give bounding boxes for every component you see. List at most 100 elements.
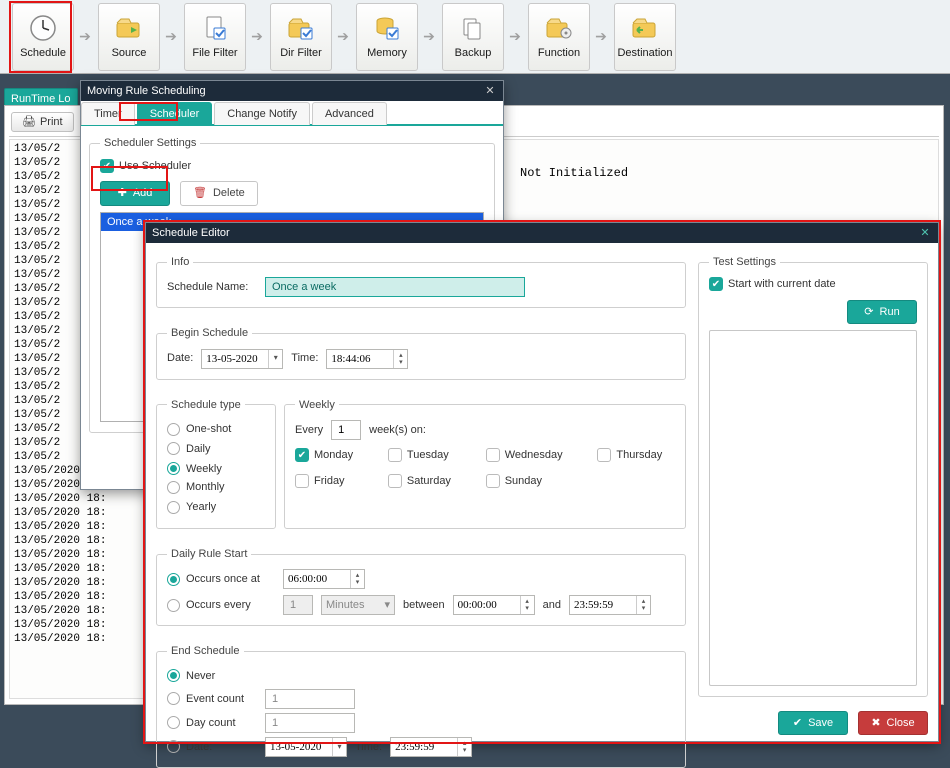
event-count-value[interactable] [265, 689, 355, 709]
check-icon: ✔ [486, 474, 500, 488]
type-one-shot[interactable]: One-shot [167, 422, 231, 436]
window-titlebar[interactable]: Moving Rule Scheduling ✕ [81, 81, 503, 101]
every-suf: week(s) on: [369, 423, 426, 437]
toolbar-memory[interactable]: Memory [356, 3, 418, 71]
chevron-right-icon: ➔ [250, 27, 264, 45]
end-time-value[interactable] [391, 741, 457, 753]
begin-date-input[interactable]: ▾ [201, 349, 283, 369]
spinner-icon[interactable]: ▴▾ [350, 570, 364, 588]
end-event-count[interactable]: Event count [167, 692, 257, 706]
add-button[interactable]: ✚ Add [100, 181, 170, 205]
toolbar-dir-filter-label: Dir Filter [280, 46, 322, 60]
run-label: Run [880, 305, 900, 319]
schedule-name-input[interactable] [265, 277, 525, 297]
type-yearly[interactable]: Yearly [167, 500, 216, 514]
close-icon[interactable]: ✕ [483, 84, 497, 98]
toolbar-file-filter[interactable]: File Filter [184, 3, 246, 71]
save-button[interactable]: ✔ Save [778, 711, 848, 735]
spinner-icon[interactable]: ▴▾ [457, 738, 471, 756]
occurs-every-radio[interactable]: Occurs every [167, 598, 275, 612]
toolbar-source[interactable]: Source [98, 3, 160, 71]
end-date-value[interactable] [266, 741, 332, 753]
toolbar-destination[interactable]: Destination [614, 3, 676, 71]
between-to-value[interactable] [570, 599, 636, 611]
type-weekly-label: Weekly [186, 462, 222, 476]
day-friday[interactable]: ✔Friday [295, 474, 366, 488]
toolbar-dir-filter[interactable]: Dir Filter [270, 3, 332, 71]
chevron-right-icon: ➔ [78, 27, 92, 45]
run-button[interactable]: ⟳ Run [847, 300, 917, 324]
check-icon: ✔ [486, 448, 500, 462]
chevron-down-icon[interactable]: ▾ [332, 738, 346, 756]
folder-in-icon [113, 12, 145, 44]
end-time-input[interactable]: ▴▾ [390, 737, 472, 757]
every-value[interactable] [331, 420, 361, 440]
day-saturday-label: Saturday [407, 474, 451, 488]
toolbar-memory-label: Memory [367, 46, 407, 60]
day-tuesday[interactable]: ✔Tuesday [388, 448, 464, 462]
type-weekly[interactable]: Weekly [167, 462, 222, 476]
end-date-label: Date: [186, 740, 212, 754]
occurs-once-time[interactable]: ▴▾ [283, 569, 365, 589]
print-button[interactable]: 🖨 Print [11, 112, 74, 132]
close-button[interactable]: ✖ Close [858, 711, 928, 735]
toolbar-function-label: Function [538, 46, 580, 60]
window-title: Moving Rule Scheduling [87, 84, 206, 98]
between-from[interactable]: ▴▾ [453, 595, 535, 615]
print-label: Print [40, 115, 63, 129]
toolbar-backup[interactable]: Backup [442, 3, 504, 71]
main-toolbar: Schedule ➔ Source ➔ File Filter ➔ Dir Fi… [0, 0, 950, 74]
use-scheduler-checkbox[interactable]: ✔ Use Scheduler [100, 159, 191, 173]
type-monthly-label: Monthly [186, 480, 225, 494]
time-label: Time: [291, 351, 318, 365]
begin-date-value[interactable] [202, 353, 268, 365]
delete-button[interactable]: 🗑 Delete [180, 181, 258, 205]
day-saturday[interactable]: ✔Saturday [388, 474, 464, 488]
spinner-icon[interactable]: ▴▾ [520, 596, 534, 614]
day-sunday-label: Sunday [505, 474, 542, 488]
daily-rule-legend: Daily Rule Start [167, 547, 251, 561]
tab-timer[interactable]: Timer [81, 102, 135, 125]
day-thursday[interactable]: ✔Thursday [597, 448, 675, 462]
tab-scheduler[interactable]: Scheduler [137, 102, 213, 125]
day-friday-label: Friday [314, 474, 345, 488]
end-date-radio[interactable]: Date: [167, 740, 257, 754]
spinner-icon[interactable]: ▴▾ [636, 596, 650, 614]
chevron-down-icon[interactable]: ▾ [268, 350, 282, 368]
day-wednesday[interactable]: ✔ Wednesday [486, 448, 576, 462]
scheduler-settings-legend: Scheduler Settings [100, 136, 200, 150]
occurs-every-value [283, 595, 313, 615]
toolbar-schedule[interactable]: Schedule [12, 3, 74, 71]
spinner-icon[interactable]: ▴▾ [393, 350, 407, 368]
start-current-date-checkbox[interactable]: ✔ Start with current date [709, 277, 917, 291]
tab-change-notify[interactable]: Change Notify [214, 102, 310, 125]
day-sunday[interactable]: ✔ Sunday [486, 474, 576, 488]
occurs-every-unit-label: Minutes [326, 598, 365, 612]
type-daily[interactable]: Daily [167, 442, 210, 456]
occurs-once-value[interactable] [284, 573, 350, 585]
end-date-input[interactable]: ▾ [265, 737, 347, 757]
begin-time-value[interactable] [327, 353, 393, 365]
type-monthly[interactable]: Monthly [167, 480, 225, 494]
close-icon[interactable]: ✕ [918, 226, 932, 240]
between-to[interactable]: ▴▾ [569, 595, 651, 615]
editor-titlebar[interactable]: Schedule Editor ✕ [146, 223, 938, 243]
tab-advanced[interactable]: Advanced [312, 102, 387, 125]
check-icon: ✔ [295, 448, 309, 462]
toolbar-function[interactable]: Function [528, 3, 590, 71]
occurs-once-radio[interactable]: Occurs once at [167, 572, 275, 586]
between-label: between [403, 598, 445, 612]
day-monday[interactable]: ✔ Monday [295, 448, 366, 462]
chevron-right-icon: ➔ [336, 27, 350, 45]
begin-time-input[interactable]: ▴▾ [326, 349, 408, 369]
weekly-legend: Weekly [295, 398, 339, 412]
check-icon: ✔ [793, 716, 802, 730]
test-output[interactable] [709, 330, 917, 686]
day-wednesday-label: Wednesday [505, 448, 563, 462]
check-icon: ✔ [100, 159, 114, 173]
end-never[interactable]: Never [167, 669, 215, 683]
type-daily-label: Daily [186, 442, 210, 456]
folder-fn-icon [543, 12, 575, 44]
day-monday-label: Monday [314, 448, 353, 462]
between-from-value[interactable] [454, 599, 520, 611]
